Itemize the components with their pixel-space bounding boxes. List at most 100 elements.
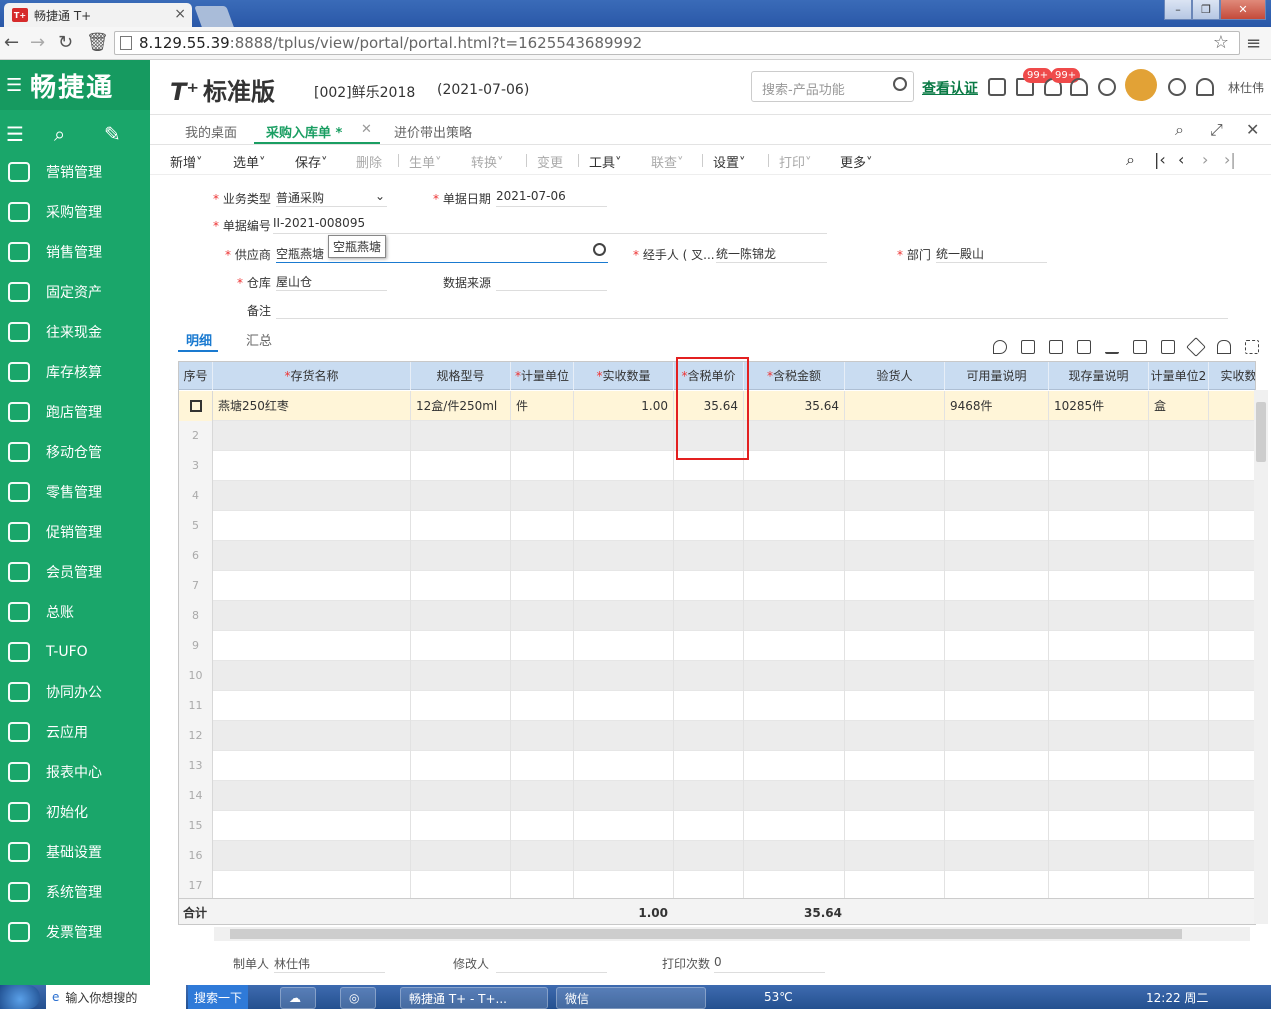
column-header[interactable]: 现存量说明 — [1049, 362, 1149, 390]
first-record-icon[interactable]: |‹ — [1154, 150, 1166, 169]
doc-no-input[interactable]: II-2021-008095 — [273, 214, 827, 234]
table-cell[interactable] — [1149, 541, 1209, 571]
table-cell[interactable] — [1049, 571, 1149, 601]
table-cell[interactable] — [1209, 841, 1255, 871]
table-cell[interactable] — [845, 781, 945, 811]
table-cell[interactable] — [511, 421, 574, 451]
table-row[interactable]: 14 — [179, 781, 1255, 811]
taskbar-app-wechat[interactable]: 微信 — [556, 987, 706, 1009]
table-cell[interactable] — [411, 781, 511, 811]
mascot-icon[interactable] — [1125, 69, 1157, 101]
table-cell[interactable] — [744, 511, 845, 541]
table-row[interactable]: 4 — [179, 481, 1255, 511]
table-cell[interactable] — [945, 421, 1049, 451]
table-row[interactable]: 8 — [179, 601, 1255, 631]
table-cell[interactable] — [411, 421, 511, 451]
link-button[interactable]: 联查˅ — [651, 152, 684, 171]
table-cell[interactable] — [213, 661, 411, 691]
sidebar-item[interactable]: 初始化 — [0, 792, 150, 832]
table-cell[interactable] — [945, 661, 1049, 691]
table-cell[interactable] — [945, 721, 1049, 751]
table-cell[interactable] — [511, 541, 574, 571]
tab-purchase-receipt[interactable]: 采购入库单 * — [266, 122, 342, 141]
help-icon[interactable] — [1168, 78, 1186, 96]
taskbar-app-tplus[interactable]: 畅捷通 T+ - T+... — [400, 987, 548, 1009]
table-cell[interactable] — [411, 811, 511, 841]
table-cell[interactable] — [1209, 511, 1255, 541]
tag-icon[interactable] — [1186, 337, 1206, 357]
copy-row-icon[interactable] — [1049, 340, 1063, 354]
table-cell[interactable] — [845, 871, 945, 901]
table-cell[interactable] — [213, 811, 411, 841]
table-cell[interactable] — [674, 811, 744, 841]
warehouse-input[interactable]: 屋山仓 — [276, 271, 387, 291]
table-cell[interactable] — [411, 481, 511, 511]
table-cell[interactable] — [511, 781, 574, 811]
change-button[interactable]: 变更 — [537, 152, 563, 171]
tab-my-desk[interactable]: 我的桌面 — [185, 122, 237, 141]
next-record-icon[interactable]: › — [1202, 150, 1208, 169]
table-row[interactable]: 15 — [179, 811, 1255, 841]
url-input[interactable]: 8.129.55.39:8888/tplus/view/portal/porta… — [114, 31, 1240, 55]
print-button[interactable]: 打印˅ — [779, 152, 812, 171]
table-cell[interactable] — [1049, 601, 1149, 631]
table-cell[interactable]: 件 — [511, 391, 574, 421]
trash-icon[interactable]: 🗑 — [86, 32, 109, 53]
back-icon[interactable]: ← — [4, 32, 19, 53]
table-cell[interactable] — [1049, 661, 1149, 691]
add-row-icon[interactable] — [1021, 340, 1035, 354]
scroll-thumb[interactable] — [1256, 402, 1266, 462]
table-cell[interactable] — [213, 601, 411, 631]
table-cell[interactable]: 10285件 — [1049, 391, 1149, 421]
horizontal-scrollbar[interactable] — [214, 927, 1250, 941]
table-cell[interactable] — [1209, 631, 1255, 661]
table-cell[interactable] — [1049, 811, 1149, 841]
table-cell[interactable] — [945, 541, 1049, 571]
column-header[interactable]: 计量单位2 — [1149, 362, 1209, 390]
table-row[interactable]: 17 — [179, 871, 1255, 901]
table-cell[interactable] — [945, 691, 1049, 721]
table-row[interactable]: 10 — [179, 661, 1255, 691]
table-cell[interactable] — [1209, 571, 1255, 601]
column-header[interactable]: *含税金额 — [744, 362, 845, 390]
table-cell[interactable]: 35.64 — [744, 391, 845, 421]
location-icon[interactable] — [993, 340, 1007, 354]
table-cell[interactable] — [213, 451, 411, 481]
sidebar-item[interactable]: 总账 — [0, 592, 150, 632]
table-cell[interactable] — [945, 871, 1049, 901]
table-cell[interactable] — [511, 571, 574, 601]
table-cell[interactable] — [674, 751, 744, 781]
table-cell[interactable] — [574, 691, 674, 721]
table-cell[interactable] — [213, 481, 411, 511]
column-header[interactable]: 规格型号 — [411, 362, 511, 390]
table-cell[interactable] — [511, 751, 574, 781]
table-cell[interactable] — [1209, 451, 1255, 481]
save-button[interactable]: 保存˅ — [295, 152, 328, 171]
table-cell[interactable] — [744, 781, 845, 811]
table-row[interactable]: 12 — [179, 721, 1255, 751]
table-cell[interactable] — [511, 811, 574, 841]
table-cell[interactable] — [574, 721, 674, 751]
table-cell[interactable] — [744, 571, 845, 601]
table-cell[interactable] — [213, 421, 411, 451]
table-cell[interactable] — [744, 631, 845, 661]
table-cell[interactable] — [511, 511, 574, 541]
user-icon[interactable] — [1196, 78, 1214, 96]
table-cell[interactable] — [411, 631, 511, 661]
sidebar-item[interactable]: 跑店管理 — [0, 392, 150, 432]
table-cell[interactable] — [574, 631, 674, 661]
tab-price-strategy[interactable]: 进价带出策略 — [394, 122, 472, 141]
table-cell[interactable] — [945, 451, 1049, 481]
row-edit-icon[interactable] — [189, 400, 202, 412]
table-cell[interactable] — [511, 451, 574, 481]
table-cell[interactable] — [574, 841, 674, 871]
maximize-button[interactable]: ❐ — [1192, 0, 1220, 20]
minimize-button[interactable]: – — [1164, 0, 1192, 20]
search-icon[interactable]: ⌕ — [1175, 120, 1184, 140]
bell-icon[interactable] — [1070, 78, 1088, 96]
table-cell[interactable] — [1209, 871, 1255, 901]
sidebar-item[interactable]: 云应用 — [0, 712, 150, 752]
table-cell[interactable] — [213, 841, 411, 871]
verify-link[interactable]: 查看认证 — [922, 78, 978, 98]
table-cell[interactable] — [574, 871, 674, 901]
